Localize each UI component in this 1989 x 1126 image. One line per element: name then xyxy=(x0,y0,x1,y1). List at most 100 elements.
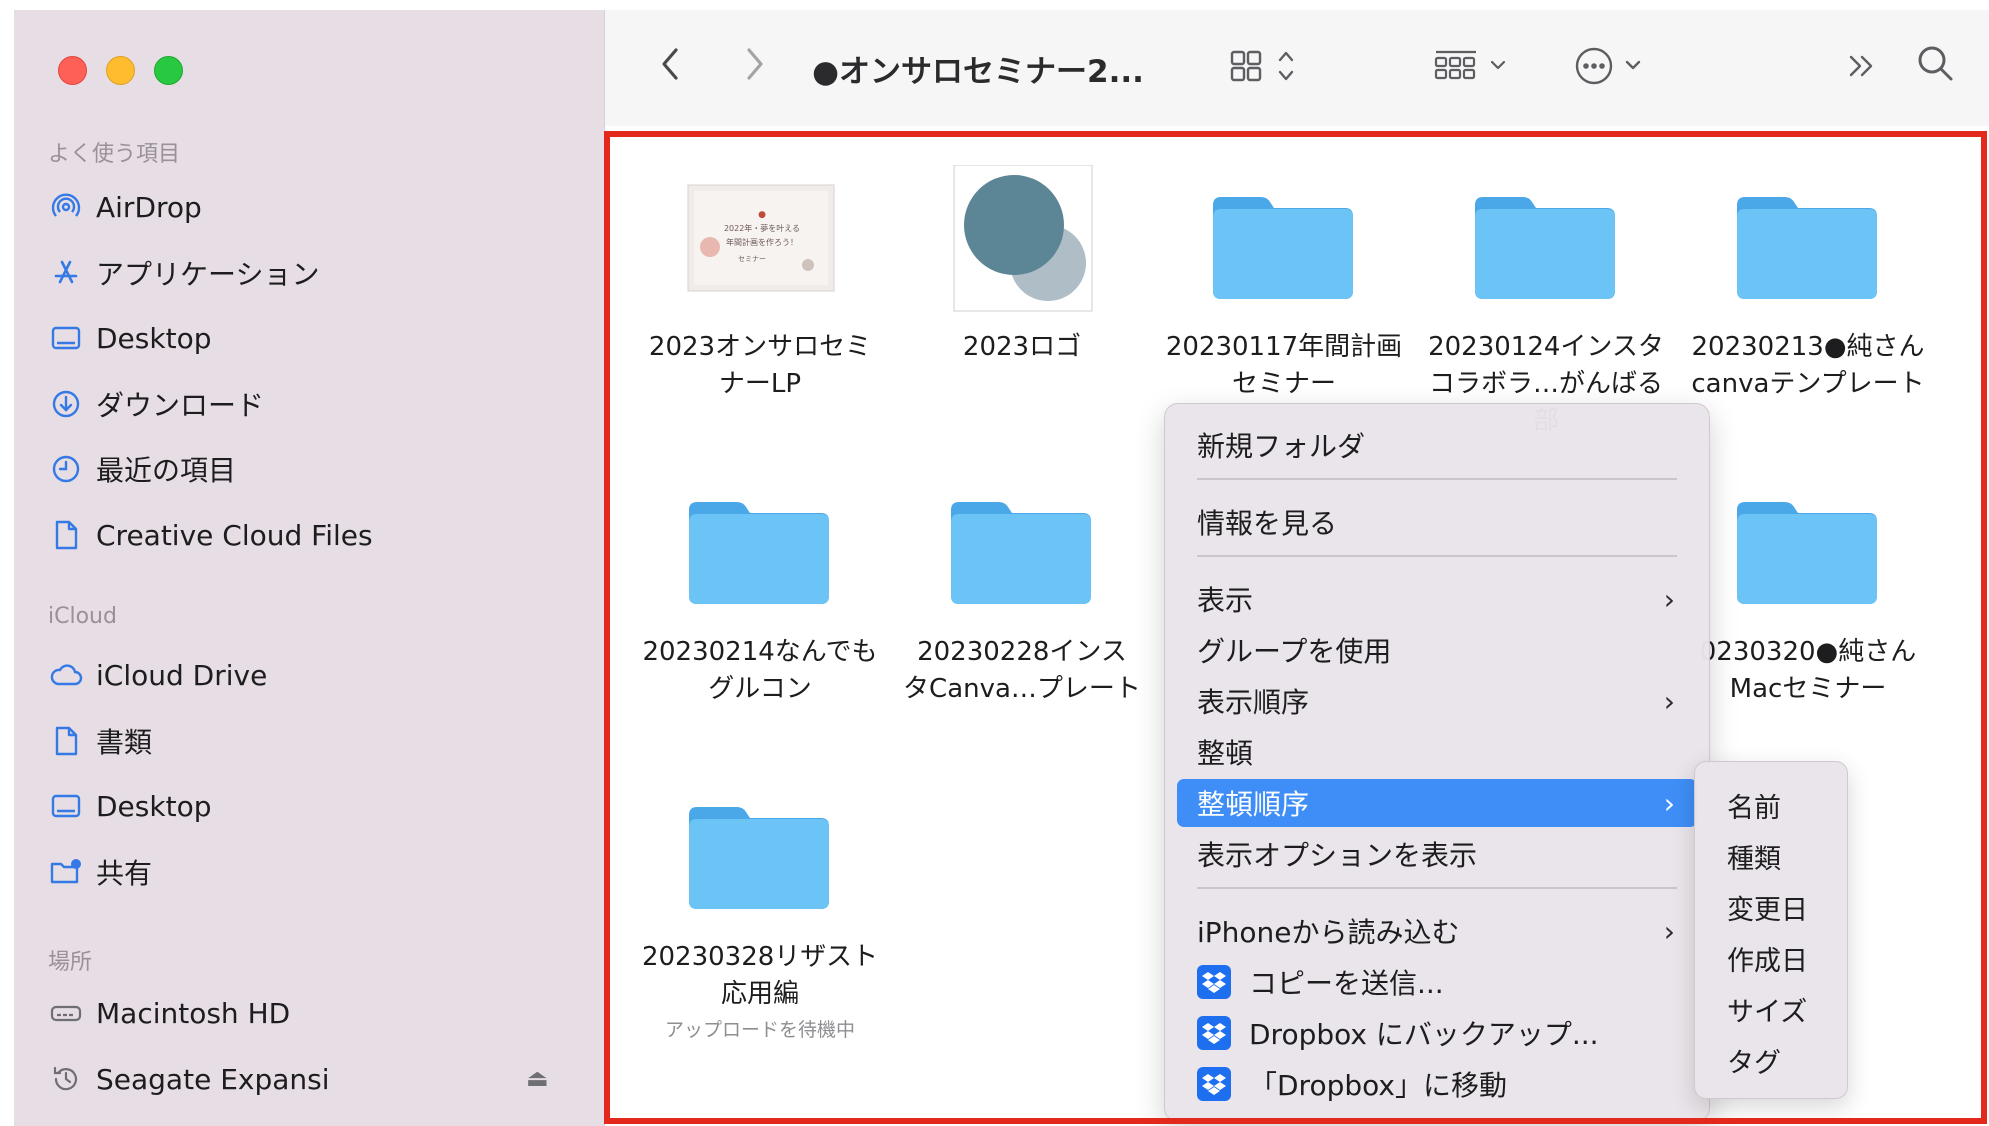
sidebar-section-locations: 場所 xyxy=(48,950,93,975)
chevron-right-icon: › xyxy=(1663,582,1675,616)
sidebar-item-icloud-drive[interactable]: iCloud Drive xyxy=(48,650,568,700)
file-name: 2023オンサロセミ ナーLP xyxy=(648,332,872,399)
search-icon xyxy=(1918,46,1953,81)
chevron-right-icon xyxy=(747,48,763,80)
sidebar-item-label: AirDrop xyxy=(96,190,202,224)
document-icon xyxy=(48,517,84,553)
menu-item-use-groups[interactable]: グループを使用 xyxy=(1177,626,1697,674)
folder-item[interactable]: 20230228インス タCanva…プレート xyxy=(902,470,1142,708)
sidebar-item-label: アプリケーション xyxy=(96,258,320,291)
upload-status: アップロードを待機中 xyxy=(664,1019,855,1041)
submenu-item-tags[interactable]: タグ xyxy=(1727,1041,1781,1080)
sidebar-item-label: 最近の項目 xyxy=(96,454,237,487)
menu-item-import-from-iphone[interactable]: iPhoneから読み込む › xyxy=(1177,907,1697,955)
applications-icon xyxy=(48,255,84,291)
sidebar-item-label: iCloud Drive xyxy=(96,658,268,692)
submenu-item-size[interactable]: サイズ xyxy=(1727,990,1807,1029)
menu-item-sort-by[interactable]: 表示順序 › xyxy=(1177,677,1697,725)
submenu-item-date-created[interactable]: 作成日 xyxy=(1727,939,1808,978)
folder-icon xyxy=(951,502,1091,604)
document-icon xyxy=(48,723,84,759)
minimize-window-button[interactable] xyxy=(106,56,135,85)
folder-icon xyxy=(1213,197,1353,299)
icon-grid-view-icon xyxy=(1230,50,1294,82)
more-toolbar-button[interactable] xyxy=(1842,44,1882,88)
sidebar-item-label: 共有 xyxy=(96,857,153,890)
sidebar-item-label: ダウンロード xyxy=(96,389,265,422)
folder-icon xyxy=(1737,502,1877,604)
sidebar-item-label: 書類 xyxy=(96,726,153,759)
file-name: 20230214なんでも グルコン xyxy=(642,637,878,704)
menu-item-show-view-options[interactable]: 表示オプションを表示 xyxy=(1177,830,1697,878)
file-name: 0230320●純さん Macセミナー xyxy=(1699,637,1917,704)
chevron-right-icon: › xyxy=(1663,914,1675,948)
file-item[interactable]: ● 2022年・夢を叶える 年間計画を作ろう！ セミナー 2023オンサロセミナ… xyxy=(640,165,880,403)
forward-button[interactable] xyxy=(735,42,775,86)
eject-icon[interactable]: ⏏ xyxy=(526,1064,549,1092)
ellipsis-circle-icon xyxy=(1575,47,1641,85)
sidebar-item-macintosh-hd[interactable]: Macintosh HD xyxy=(48,988,568,1038)
menu-item-new-folder[interactable]: 新規フォルダ xyxy=(1177,421,1697,469)
sidebar-item-recents[interactable]: 最近の項目 xyxy=(48,444,568,494)
group-by-icon xyxy=(1434,50,1506,80)
group-button[interactable] xyxy=(1432,44,1522,88)
view-mode-button[interactable] xyxy=(1228,44,1318,88)
sidebar-item-airdrop[interactable]: AirDrop xyxy=(48,182,568,232)
menu-item-clean-up[interactable]: 整頓 xyxy=(1177,728,1697,776)
menu-item-dropbox-backup[interactable]: Dropbox にバックアップ... xyxy=(1177,1009,1697,1057)
menu-item-clean-up-by[interactable]: 整頓順序 › xyxy=(1177,779,1697,827)
folder-item[interactable]: 20230124インスタコラボラ…がんばる部 xyxy=(1426,165,1666,440)
cloud-icon xyxy=(48,657,84,693)
folder-icon xyxy=(1475,197,1615,299)
desktop-icon xyxy=(48,788,84,824)
sidebar-item-shared[interactable]: 共有 xyxy=(48,847,568,897)
sidebar-item-desktop[interactable]: Desktop xyxy=(48,313,568,363)
submenu-item-name[interactable]: 名前 xyxy=(1727,786,1781,825)
submenu-item-date-modified[interactable]: 変更日 xyxy=(1727,888,1808,927)
sidebar-item-label: Desktop xyxy=(96,321,212,355)
menu-item-view[interactable]: 表示 › xyxy=(1177,575,1697,623)
close-window-button[interactable] xyxy=(58,56,87,85)
action-menu-button[interactable] xyxy=(1574,44,1664,88)
sidebar-item-label: Creative Cloud Files xyxy=(96,518,373,552)
shared-folder-icon xyxy=(48,854,84,890)
chevron-left-icon xyxy=(662,48,678,80)
clean-up-by-submenu: 名前 種類 変更日 作成日 サイズ タグ xyxy=(1694,761,1848,1099)
sidebar-item-applications[interactable]: アプリケーション xyxy=(48,248,568,298)
menu-item-send-copy[interactable]: コピーを送信... xyxy=(1177,958,1697,1006)
sidebar-item-documents[interactable]: 書類 xyxy=(48,716,568,766)
folder-item[interactable]: 0230320●純さん Macセミナー xyxy=(1688,470,1928,708)
folder-item[interactable]: 20230213●純さん canvaテンプレート xyxy=(1688,165,1928,403)
folder-item[interactable]: 20230214なんでも グルコン xyxy=(640,470,880,708)
sidebar-item-downloads[interactable]: ダウンロード xyxy=(48,379,568,429)
submenu-item-kind[interactable]: 種類 xyxy=(1727,837,1781,876)
sidebar-item-creative-cloud[interactable]: Creative Cloud Files xyxy=(48,510,568,560)
sidebar-item-seagate[interactable]: Seagate Expansi xyxy=(48,1054,568,1104)
chevron-right-icon: › xyxy=(1663,786,1675,820)
window-title: ●オンサロセミナー2... xyxy=(812,54,1144,90)
sidebar-item-label: Desktop xyxy=(96,789,212,823)
thumbnail-line-1: 2022年・夢を叶える xyxy=(724,223,800,233)
back-button[interactable] xyxy=(650,42,690,86)
folder-icon xyxy=(689,502,829,604)
chevron-right-icon: › xyxy=(1663,684,1675,718)
disk-icon xyxy=(48,995,84,1031)
download-icon xyxy=(48,386,84,422)
menu-separator xyxy=(1197,555,1677,557)
folder-item[interactable]: 20230328リザスト 応用編 アップロードを待機中 xyxy=(640,775,880,1042)
file-item[interactable]: 2023ロゴ xyxy=(902,164,1142,366)
desktop-icon xyxy=(48,320,84,356)
folder-icon xyxy=(689,807,829,909)
sidebar-section-icloud: iCloud xyxy=(48,604,117,629)
menu-item-move-to-dropbox[interactable]: 「Dropbox」に移動 xyxy=(1177,1060,1697,1108)
menu-item-get-info[interactable]: 情報を見る xyxy=(1177,498,1697,546)
file-name: 20230328リザスト 応用編 xyxy=(641,942,879,1009)
zoom-window-button[interactable] xyxy=(154,56,183,85)
folder-item[interactable]: 20230117年間計画 セミナー xyxy=(1164,165,1404,403)
search-button[interactable] xyxy=(1912,40,1958,86)
image-thumbnail: ● 2022年・夢を叶える 年間計画を作ろう！ セミナー xyxy=(680,165,840,315)
context-menu: 新規フォルダ 情報を見る 表示 › グループを使用 表示順序 › 整頓 整頓順序 › … xyxy=(1164,403,1710,1122)
sidebar-item-icloud-desktop[interactable]: Desktop xyxy=(48,781,568,831)
menu-separator xyxy=(1197,478,1677,480)
sidebar-item-label: Macintosh HD xyxy=(96,996,291,1030)
